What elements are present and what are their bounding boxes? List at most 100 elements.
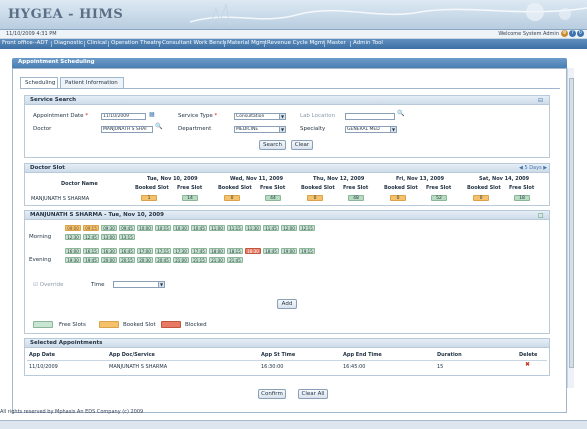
menu-item-master[interactable]: Master xyxy=(327,40,346,46)
legend-blocked-swatch xyxy=(161,321,181,328)
lab-location-label: Lab Location xyxy=(300,113,335,119)
time-slot[interactable]: 20:15 xyxy=(119,257,135,263)
booked-count[interactable]: 1 xyxy=(141,195,157,201)
booked-count[interactable]: 0 xyxy=(224,195,240,201)
tab-scheduling[interactable]: Scheduling xyxy=(20,77,58,88)
lab-location-input[interactable] xyxy=(345,113,395,120)
time-slot[interactable]: 20:45 xyxy=(155,257,171,263)
time-slot[interactable]: 19:00 xyxy=(281,248,297,254)
settings-icon[interactable]: ⚙ xyxy=(561,30,568,37)
calendar-icon[interactable]: ▦ xyxy=(149,111,155,118)
time-slot[interactable]: 13:15 xyxy=(119,234,135,240)
time-slot[interactable]: 20:00 xyxy=(101,257,117,263)
time-slot[interactable]: 10:45 xyxy=(191,225,207,231)
menu-item-admin-tool[interactable]: Admin Tool xyxy=(353,40,383,46)
time-slot[interactable]: 21:00 xyxy=(173,257,189,263)
menu-item-diagnostic[interactable]: Diagnostic xyxy=(54,40,83,46)
collapse-icon[interactable]: ⊟ xyxy=(538,97,543,104)
search-icon[interactable]: 🔍 xyxy=(397,110,404,117)
doctor-search-icon[interactable]: 🔍 xyxy=(155,123,162,130)
selected-appointments-section: Selected Appointments App Date App Doc/S… xyxy=(24,338,550,376)
time-slot[interactable]: 21:15 xyxy=(191,257,207,263)
time-slot[interactable]: 21:45 xyxy=(227,257,243,263)
delete-icon[interactable]: ✖ xyxy=(525,361,530,368)
time-slot[interactable]: 18:30 xyxy=(245,248,261,254)
refresh-icon[interactable]: □ xyxy=(538,212,544,219)
col-app-end-time: App End Time xyxy=(343,352,382,358)
time-slot[interactable]: 20:30 xyxy=(137,257,153,263)
menu-item-clinical[interactable]: Clinical xyxy=(87,40,107,46)
time-slot[interactable]: 16:00 xyxy=(65,248,81,254)
main-menu: Front office--ADT Diagnostic Clinical Op… xyxy=(0,39,587,49)
time-select[interactable]: ▼ xyxy=(113,281,165,288)
time-slot[interactable]: 16:30 xyxy=(101,248,117,254)
scrollbar-thumb[interactable] xyxy=(569,78,574,368)
col-app-st-time: App St Time xyxy=(261,352,296,358)
service-type-select[interactable]: Consultation ▼ xyxy=(234,113,286,120)
time-slot[interactable]: 12:30 xyxy=(65,234,81,240)
time-slot[interactable]: 17:45 xyxy=(191,248,207,254)
browser-status-bar xyxy=(0,420,587,429)
free-count[interactable]: 14 xyxy=(182,195,198,201)
department-select[interactable]: MEDICINE ▼ xyxy=(234,126,286,133)
time-slot[interactable]: 18:45 xyxy=(263,248,279,254)
time-slot[interactable]: 19:15 xyxy=(299,248,315,254)
time-slot[interactable]: 17:15 xyxy=(155,248,171,254)
doctor-row-name[interactable]: MANJUNATH S SHARMA xyxy=(31,196,89,202)
menu-item-front-office[interactable]: Front office--ADT xyxy=(2,40,48,46)
doctor-input[interactable]: MANJUNATH S SHAI xyxy=(101,126,153,133)
time-slot[interactable]: 16:45 xyxy=(119,248,135,254)
table-divider xyxy=(27,360,547,361)
days-nav[interactable]: ◀ 5 Days ▶ xyxy=(519,165,547,171)
add-button[interactable]: Add xyxy=(277,299,297,309)
time-slot[interactable]: 19:45 xyxy=(83,257,99,263)
time-slot[interactable]: 12:15 xyxy=(299,225,315,231)
override-checkbox[interactable]: ☑ Override xyxy=(33,282,63,288)
time-slot[interactable]: 18:15 xyxy=(227,248,243,254)
free-slot-header: Free Slot xyxy=(260,185,286,191)
time-slot[interactable]: 16:15 xyxy=(83,248,99,254)
free-count[interactable]: 18 xyxy=(514,195,530,201)
free-count[interactable]: 52 xyxy=(431,195,447,201)
menu-item-operation-theatre[interactable]: Operation Theatre xyxy=(111,40,161,46)
department-label: Department xyxy=(178,126,212,132)
time-slot[interactable]: 18:00 xyxy=(209,248,225,254)
time-slot[interactable]: 12:00 xyxy=(281,225,297,231)
time-slot[interactable]: 21:30 xyxy=(209,257,225,263)
free-count[interactable]: 44 xyxy=(265,195,281,201)
booked-count[interactable]: 0 xyxy=(390,195,406,201)
panel-header: Appointment Scheduling xyxy=(12,58,567,68)
menu-item-consultant-work-bench[interactable]: Consultant Work Bench xyxy=(162,40,226,46)
time-slot[interactable]: 10:00 xyxy=(137,225,153,231)
time-slot[interactable]: 09:30 xyxy=(101,225,117,231)
confirm-button[interactable]: Confirm xyxy=(258,389,286,399)
time-slot[interactable]: 17:00 xyxy=(137,248,153,254)
time-slot[interactable]: 10:30 xyxy=(173,225,189,231)
time-slot[interactable]: 11:00 xyxy=(209,225,225,231)
free-count[interactable]: 48 xyxy=(348,195,364,201)
time-slot[interactable]: 11:15 xyxy=(227,225,243,231)
search-button[interactable]: Search xyxy=(259,140,286,150)
clear-all-button[interactable]: Clear All xyxy=(298,389,328,399)
time-slot[interactable]: 11:45 xyxy=(263,225,279,231)
time-slot[interactable]: 13:00 xyxy=(101,234,117,240)
time-slot[interactable]: 17:30 xyxy=(173,248,189,254)
appointment-date-input[interactable]: 11/10/2009 xyxy=(101,113,146,120)
booked-count[interactable]: 0 xyxy=(473,195,489,201)
time-slot[interactable]: 09:15 xyxy=(83,225,99,231)
time-slot[interactable]: 19:30 xyxy=(65,257,81,263)
time-slot[interactable]: 11:30 xyxy=(245,225,261,231)
booked-count[interactable]: 0 xyxy=(307,195,323,201)
clear-button[interactable]: Clear xyxy=(291,140,313,150)
vertical-scrollbar[interactable] xyxy=(567,68,574,388)
time-slot[interactable]: 09:45 xyxy=(119,225,135,231)
menu-item-revenue-cycle-mgmt[interactable]: Revenue Cycle Mgmt xyxy=(267,40,325,46)
logout-icon[interactable]: ↻ xyxy=(577,30,584,37)
help-icon[interactable]: ? xyxy=(569,30,576,37)
time-slot[interactable]: 12:45 xyxy=(83,234,99,240)
time-slot[interactable]: 09:00 xyxy=(65,225,81,231)
menu-item-material-mgmt[interactable]: Material Mgmt xyxy=(227,40,267,46)
tab-patient-information[interactable]: Patient Information xyxy=(60,77,124,88)
time-slot[interactable]: 10:15 xyxy=(155,225,171,231)
specialty-select[interactable]: GENERAL MED ▼ xyxy=(345,126,397,133)
